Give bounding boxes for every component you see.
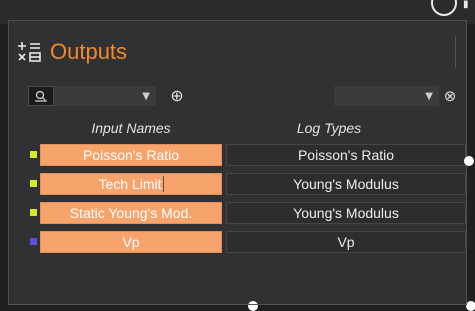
table-row[interactable]: Poisson's Ratio Poisson's Ratio <box>30 144 466 166</box>
chevron-down-icon: ▼ <box>425 90 433 102</box>
log-type-cell[interactable]: Vp <box>226 231 466 253</box>
chevron-down-icon: ▼ <box>142 90 150 102</box>
input-name-cell[interactable]: Poisson's Ratio <box>40 144 222 166</box>
row-marker <box>30 209 37 216</box>
add-circle-icon[interactable]: ⊕ <box>168 87 186 105</box>
input-name-cell[interactable]: Static Young's Mod. <box>40 202 222 224</box>
panel-header: Outputs <box>16 36 127 68</box>
tool-select-icon[interactable] <box>28 86 54 106</box>
input-name-cell[interactable]: Tech Limit <box>40 173 222 195</box>
row-marker <box>30 151 37 158</box>
input-combo[interactable]: ▼ <box>54 86 156 106</box>
connector-dot[interactable] <box>248 301 258 311</box>
outputs-window: ▮ Outputs ▼ ⊕ ▼ ⊗ Input Names Log Types … <box>0 0 475 311</box>
log-type-combo[interactable]: ▼ <box>334 86 439 106</box>
remove-circle-icon[interactable]: ⊗ <box>440 86 460 106</box>
table-row[interactable]: Tech Limit Young's Modulus <box>30 173 466 195</box>
log-type-cell[interactable]: Young's Modulus <box>226 173 466 195</box>
header-divider <box>455 36 456 68</box>
input-name-cell[interactable]: Vp <box>40 231 222 253</box>
log-type-cell[interactable]: Young's Modulus <box>226 202 466 224</box>
column-header-log-types: Log Types <box>296 120 362 136</box>
outputs-grid-icon <box>16 40 44 64</box>
log-type-cell[interactable]: Poisson's Ratio <box>226 144 466 166</box>
panel-bottom-edge <box>8 304 467 305</box>
column-header-input-names: Input Names <box>91 120 171 136</box>
text-cursor <box>162 176 164 192</box>
panel-title: Outputs <box>50 39 128 64</box>
row-marker <box>30 238 37 245</box>
corner-marker-icon: ▮ <box>463 0 469 10</box>
connector-dot[interactable] <box>466 301 475 311</box>
connector-dot[interactable] <box>464 156 474 166</box>
table-row[interactable]: Static Young's Mod. Young's Modulus <box>30 202 466 224</box>
table-row[interactable]: Vp Vp <box>30 231 466 253</box>
row-marker <box>30 180 37 187</box>
input-selector[interactable]: ▼ <box>28 86 156 106</box>
